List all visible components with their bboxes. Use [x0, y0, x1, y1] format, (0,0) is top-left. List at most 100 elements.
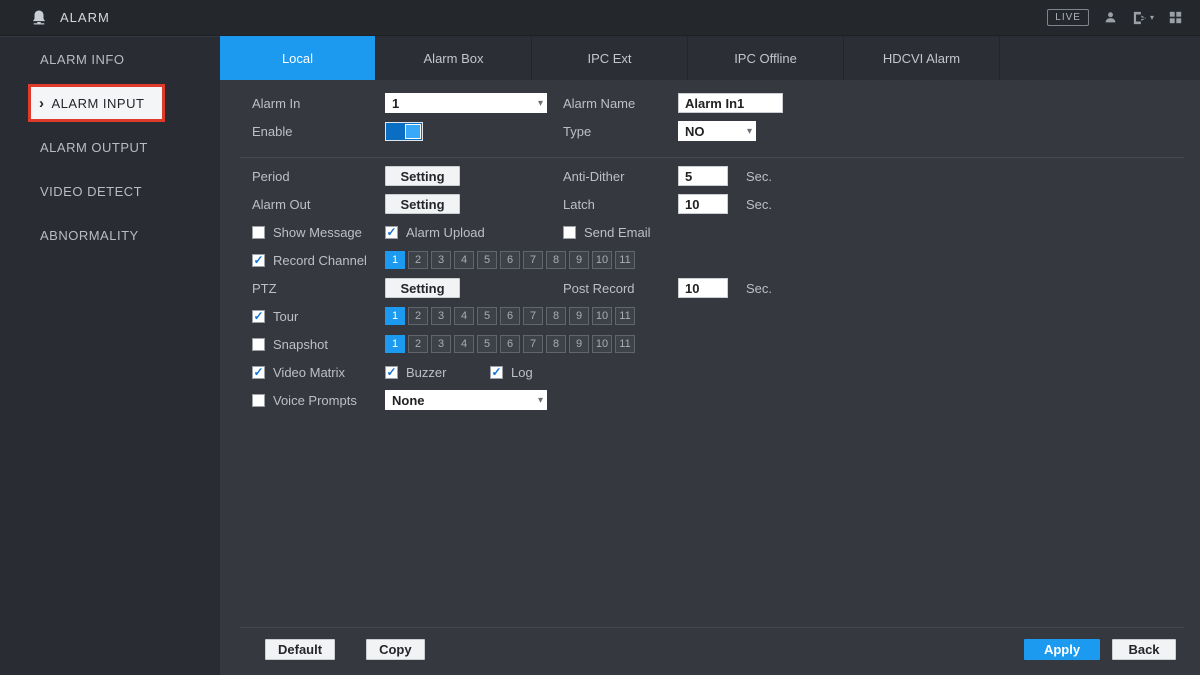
alarm-in-dropdown[interactable]: 1 ▾ [385, 93, 547, 113]
snapshot-option: Snapshot [252, 337, 385, 352]
record-channel-checkbox[interactable] [252, 254, 265, 267]
seconds-label: Sec. [746, 169, 772, 184]
channel-button-11[interactable]: 11 [615, 251, 635, 269]
type-dropdown[interactable]: NO ▾ [678, 121, 756, 141]
channel-button-5[interactable]: 5 [477, 335, 497, 353]
show-message-option: Show Message [252, 225, 385, 240]
record-channel-grid: 1234567891011 [385, 251, 635, 269]
row-notify-options: Show Message Alarm Upload Send Email [252, 218, 1200, 246]
channel-button-6[interactable]: 6 [500, 307, 520, 325]
titlebar-actions: LIVE ▾ [1047, 9, 1182, 26]
tab-bar: Local Alarm Box IPC Ext IPC Offline HDCV… [220, 36, 1200, 80]
tab-hdcvi-alarm[interactable]: HDCVI Alarm [844, 36, 1000, 80]
ptz-setting-button[interactable]: Setting [385, 278, 460, 298]
sidebar-item-abnormality[interactable]: ABNORMALITY [0, 213, 220, 257]
voice-prompts-label: Voice Prompts [273, 393, 357, 408]
channel-button-2[interactable]: 2 [408, 307, 428, 325]
channel-button-10[interactable]: 10 [592, 251, 612, 269]
sidebar-item-alarm-input[interactable]: › ALARM INPUT [28, 84, 165, 122]
live-button[interactable]: LIVE [1047, 9, 1089, 26]
latch-input[interactable] [678, 194, 728, 214]
channel-button-3[interactable]: 3 [431, 335, 451, 353]
sidebar-item-label: ALARM INFO [40, 52, 124, 67]
channel-button-4[interactable]: 4 [454, 335, 474, 353]
tab-ipc-ext[interactable]: IPC Ext [532, 36, 688, 80]
post-record-input[interactable] [678, 278, 728, 298]
type-value: NO [685, 124, 705, 139]
channel-button-3[interactable]: 3 [431, 251, 451, 269]
channel-button-11[interactable]: 11 [615, 335, 635, 353]
channel-button-5[interactable]: 5 [477, 251, 497, 269]
tab-alarm-box[interactable]: Alarm Box [376, 36, 532, 80]
alarm-out-setting-button[interactable]: Setting [385, 194, 460, 214]
tour-checkbox[interactable] [252, 310, 265, 323]
channel-button-2[interactable]: 2 [408, 251, 428, 269]
channel-button-8[interactable]: 8 [546, 335, 566, 353]
titlebar: ALARM LIVE ▾ [0, 0, 1200, 36]
video-matrix-label: Video Matrix [273, 365, 345, 380]
anti-dither-input[interactable] [678, 166, 728, 186]
voice-prompts-checkbox[interactable] [252, 394, 265, 407]
snapshot-checkbox[interactable] [252, 338, 265, 351]
back-button[interactable]: Back [1112, 639, 1176, 660]
voice-prompts-dropdown[interactable]: None ▾ [385, 390, 547, 410]
channel-button-2[interactable]: 2 [408, 335, 428, 353]
channel-button-7[interactable]: 7 [523, 307, 543, 325]
channel-button-7[interactable]: 7 [523, 251, 543, 269]
copy-button[interactable]: Copy [366, 639, 425, 660]
apply-button[interactable]: Apply [1024, 639, 1100, 660]
footer-divider [240, 627, 1184, 628]
show-message-checkbox[interactable] [252, 226, 265, 239]
sidebar-item-alarm-output[interactable]: ALARM OUTPUT [0, 125, 220, 169]
channel-button-9[interactable]: 9 [569, 335, 589, 353]
log-option: Log [490, 365, 533, 380]
default-button[interactable]: Default [265, 639, 335, 660]
channel-button-11[interactable]: 11 [615, 307, 635, 325]
buzzer-checkbox[interactable] [385, 366, 398, 379]
channel-button-9[interactable]: 9 [569, 251, 589, 269]
channel-button-1[interactable]: 1 [385, 335, 405, 353]
footer-actions: Default Copy Apply Back [265, 639, 1176, 660]
channel-button-9[interactable]: 9 [569, 307, 589, 325]
grid-icon[interactable] [1169, 11, 1182, 24]
period-setting-button[interactable]: Setting [385, 166, 460, 186]
log-checkbox[interactable] [490, 366, 503, 379]
channel-button-1[interactable]: 1 [385, 251, 405, 269]
channel-button-10[interactable]: 10 [592, 335, 612, 353]
sidebar-item-label: ALARM INPUT [52, 96, 145, 111]
channel-button-7[interactable]: 7 [523, 335, 543, 353]
channel-button-5[interactable]: 5 [477, 307, 497, 325]
channel-button-4[interactable]: 4 [454, 307, 474, 325]
user-icon[interactable] [1104, 11, 1117, 24]
channel-button-6[interactable]: 6 [500, 251, 520, 269]
channel-button-8[interactable]: 8 [546, 307, 566, 325]
buzzer-label: Buzzer [406, 365, 446, 380]
channel-button-10[interactable]: 10 [592, 307, 612, 325]
send-email-checkbox[interactable] [563, 226, 576, 239]
type-label: Type [563, 124, 678, 139]
channel-button-1[interactable]: 1 [385, 307, 405, 325]
sidebar-item-video-detect[interactable]: VIDEO DETECT [0, 169, 220, 213]
tab-local[interactable]: Local [220, 36, 376, 80]
alarm-input-form: Alarm In 1 ▾ Alarm Name Enable [220, 80, 1200, 414]
sidebar-item-alarm-info[interactable]: ALARM INFO [0, 37, 220, 81]
tab-ipc-offline[interactable]: IPC Offline [688, 36, 844, 80]
show-message-label: Show Message [273, 225, 362, 240]
sidebar-item-label: VIDEO DETECT [40, 184, 142, 199]
video-matrix-checkbox[interactable] [252, 366, 265, 379]
enable-toggle[interactable] [385, 122, 423, 141]
alarm-name-input[interactable] [678, 93, 783, 113]
channel-button-8[interactable]: 8 [546, 251, 566, 269]
chevron-down-icon: ▾ [1150, 13, 1154, 22]
row-voice-prompts: Voice Prompts None ▾ [252, 386, 1200, 414]
logout-icon[interactable]: ▾ [1132, 11, 1154, 25]
channel-button-3[interactable]: 3 [431, 307, 451, 325]
record-channel-option: Record Channel [252, 253, 385, 268]
sidebar-item-label: ABNORMALITY [40, 228, 139, 243]
anti-dither-label: Anti-Dither [563, 169, 678, 184]
channel-button-4[interactable]: 4 [454, 251, 474, 269]
period-label: Period [252, 169, 385, 184]
alarm-name-label: Alarm Name [563, 96, 678, 111]
channel-button-6[interactable]: 6 [500, 335, 520, 353]
alarm-upload-checkbox[interactable] [385, 226, 398, 239]
